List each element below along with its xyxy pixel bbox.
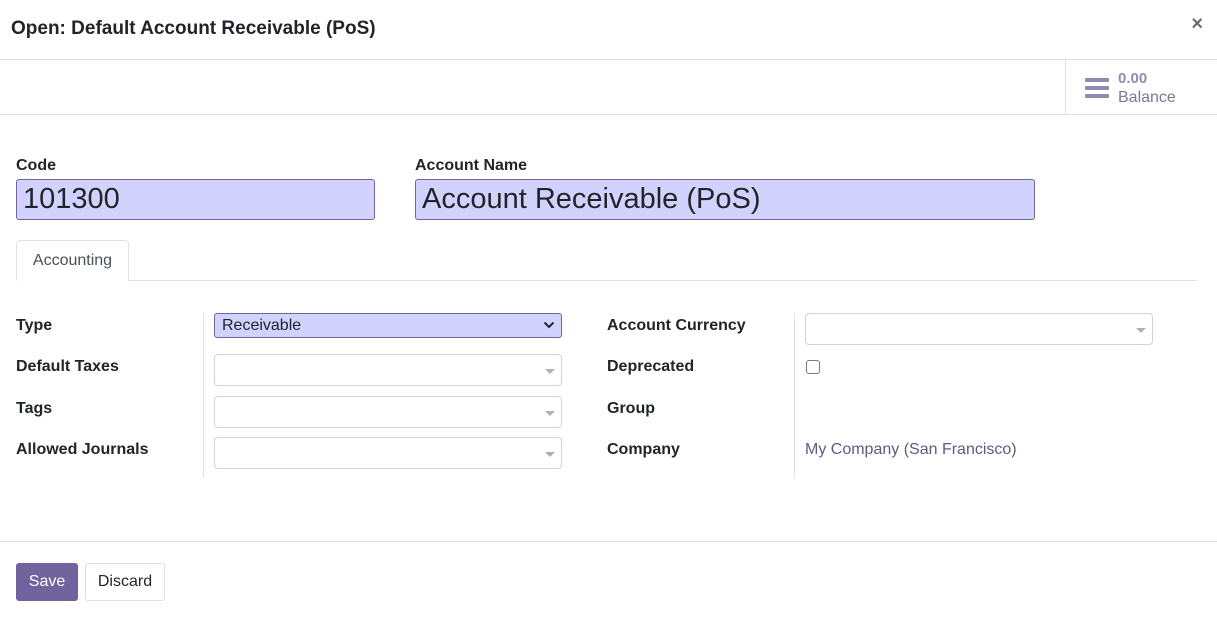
close-icon[interactable]: ×	[1191, 14, 1203, 34]
discard-button[interactable]: Discard	[85, 563, 165, 601]
dialog-footer: Save Discard	[0, 541, 1217, 618]
balance-stat-button[interactable]: 0.00 Balance	[1065, 60, 1217, 114]
bars-icon	[1085, 78, 1109, 98]
allowed-journals-label: Allowed Journals	[16, 441, 149, 458]
button-box: 0.00 Balance	[0, 60, 1217, 115]
type-select[interactable]: Receivable	[214, 313, 562, 338]
allowed-journals-input[interactable]	[214, 437, 562, 469]
balance-value: 0.00	[1118, 70, 1148, 87]
caret-down-icon	[545, 411, 555, 416]
deprecated-checkbox[interactable]	[806, 360, 820, 374]
caret-down-icon	[1136, 328, 1146, 333]
deprecated-label: Deprecated	[607, 358, 695, 375]
account-name-label: Account Name	[415, 157, 528, 174]
group-label: Group	[607, 400, 655, 417]
chevron-down-icon	[543, 321, 555, 329]
left-group-divider	[203, 313, 204, 478]
dialog-header: Open: Default Account Receivable (PoS) ×	[0, 0, 1217, 60]
company-label: Company	[607, 441, 680, 458]
tags-input[interactable]	[214, 396, 562, 428]
type-select-value: Receivable	[222, 317, 302, 334]
code-input[interactable]: 101300	[16, 179, 375, 220]
tags-label: Tags	[16, 400, 53, 417]
account-currency-label: Account Currency	[607, 317, 746, 334]
company-link[interactable]: My Company (San Francisco)	[805, 441, 1017, 459]
caret-down-icon	[545, 369, 555, 374]
tab-accounting[interactable]: Accounting	[16, 240, 129, 281]
right-group-divider	[794, 313, 795, 478]
dialog-title: Open: Default Account Receivable (PoS)	[11, 18, 376, 39]
notebook-tabs: Accounting	[16, 240, 1198, 281]
type-label: Type	[16, 317, 53, 334]
balance-label: Balance	[1118, 89, 1176, 106]
save-button[interactable]: Save	[16, 563, 78, 601]
account-currency-input[interactable]	[805, 313, 1153, 345]
code-label: Code	[16, 157, 56, 174]
default-taxes-input[interactable]	[214, 354, 562, 386]
caret-down-icon	[545, 452, 555, 457]
account-name-input[interactable]: Account Receivable (PoS)	[415, 179, 1035, 220]
default-taxes-label: Default Taxes	[16, 358, 119, 375]
